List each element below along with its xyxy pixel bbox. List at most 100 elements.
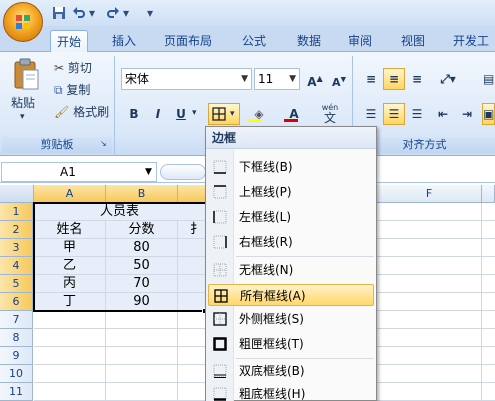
column-header-f[interactable]: F <box>377 185 482 203</box>
fill-color-button[interactable]: ◈ <box>244 103 274 125</box>
cell-a5[interactable]: 丙 <box>34 275 106 293</box>
align-right-button[interactable]: ☰ <box>406 103 428 125</box>
row-header[interactable]: 8 <box>0 329 33 347</box>
column-header-b[interactable]: B <box>106 185 178 203</box>
undo-dropdown-icon[interactable]: ▾ <box>87 4 97 22</box>
tab-developer[interactable]: 开发工具 <box>447 30 495 70</box>
menu-item-thick-box-border[interactable]: 粗匣框线(T) <box>208 333 374 355</box>
bold-button[interactable]: B <box>123 103 145 125</box>
row-header[interactable]: 10 <box>0 365 33 383</box>
align-left-button[interactable]: ☰ <box>360 103 382 125</box>
paste-label: 粘贴 <box>11 96 36 110</box>
orientation-button[interactable]: ⤢▾ <box>432 68 464 90</box>
row-header[interactable]: 5 <box>0 275 33 293</box>
name-box[interactable]: A1 ▼ <box>1 162 157 182</box>
borders-button[interactable]: ▾ <box>208 103 240 125</box>
wrap-text-button[interactable]: ▤ <box>482 68 495 90</box>
menu-item-right-border[interactable]: 右框线(R) <box>208 231 374 253</box>
row-header[interactable]: 9 <box>0 347 33 365</box>
merged-title-cell[interactable]: 人员表 <box>34 203 206 221</box>
office-button[interactable] <box>3 2 43 42</box>
tab-home[interactable]: 开始 <box>50 30 89 52</box>
tab-view[interactable]: 视图 <box>395 30 431 52</box>
font-color-button[interactable]: A <box>280 103 308 125</box>
row-header[interactable]: 11 <box>0 383 33 401</box>
select-all-corner[interactable] <box>0 185 34 203</box>
cell-b4[interactable]: 50 <box>106 257 178 275</box>
paste-button[interactable]: 粘贴 <box>9 58 45 118</box>
cut-button[interactable]: ✂ 剪切 <box>54 59 92 77</box>
align-right-icon: ☰ <box>411 107 423 121</box>
underline-dropdown-icon[interactable]: ▾ <box>192 108 197 118</box>
increase-indent-icon: ⇥ <box>461 107 473 121</box>
cell-a2[interactable]: 姓名 <box>34 221 106 239</box>
menu-item-thick-bottom-border[interactable]: 粗底框线(H) <box>208 383 374 401</box>
redo-icon[interactable] <box>106 4 120 22</box>
align-top-button[interactable]: ≡ <box>360 68 382 90</box>
cell-c5[interactable] <box>178 275 206 293</box>
menu-item-left-border[interactable]: 左框线(L) <box>208 206 374 228</box>
cell-b2[interactable]: 分数 <box>106 221 178 239</box>
merge-center-button[interactable]: ▣ <box>482 103 495 125</box>
borders-dropdown-icon: ▾ <box>230 109 235 119</box>
row-header[interactable]: 4 <box>0 257 33 275</box>
cell-a6[interactable]: 丁 <box>34 293 106 311</box>
menu-item-no-border[interactable]: 无框线(N) <box>208 259 374 281</box>
column-header-a[interactable]: A <box>34 185 106 203</box>
column-header-g[interactable] <box>482 185 495 203</box>
cell-c2[interactable]: 扌 <box>178 221 206 239</box>
shrink-font-button[interactable]: A▼ <box>328 68 350 90</box>
tab-formulas[interactable]: 公式 <box>236 30 272 52</box>
redo-dropdown-icon[interactable]: ▾ <box>121 4 131 22</box>
font-size-field[interactable]: 11 ▼ <box>254 68 300 90</box>
clipboard-launcher-icon[interactable]: ↘ <box>100 139 110 149</box>
align-center-button[interactable]: ☰ <box>383 103 405 125</box>
menu-item-outside-borders[interactable]: 外侧框线(S) <box>208 308 374 330</box>
cell-b3[interactable]: 80 <box>106 239 178 257</box>
gridline <box>481 203 482 401</box>
row-header[interactable]: 3 <box>0 239 33 257</box>
align-middle-button[interactable]: ≡ <box>383 68 405 90</box>
font-name-field[interactable]: 宋体 ▼ <box>121 68 252 90</box>
cell-a3[interactable]: 甲 <box>34 239 106 257</box>
menu-item-bottom-border[interactable]: 下框线(B) <box>208 156 374 178</box>
tab-data[interactable]: 数据 <box>291 30 327 52</box>
cell-a4[interactable]: 乙 <box>34 257 106 275</box>
paste-dropdown-icon[interactable]: ▾ <box>20 112 32 122</box>
cell-b6[interactable]: 90 <box>106 293 178 311</box>
row-header[interactable]: 7 <box>0 311 33 329</box>
row-header[interactable]: 1 <box>0 203 33 221</box>
undo-icon[interactable] <box>72 4 86 22</box>
row-header[interactable]: 6 <box>0 293 33 311</box>
menu-item-label: 左框线(L) <box>239 210 292 224</box>
column-header-c[interactable] <box>178 185 206 203</box>
tab-review[interactable]: 审阅 <box>342 30 378 52</box>
row-header[interactable]: 2 <box>0 221 33 239</box>
menu-item-label: 右框线(R) <box>239 235 293 249</box>
phonetic-guide-button[interactable]: wén 文 <box>313 103 347 125</box>
formula-bar-splitter[interactable] <box>160 164 206 180</box>
tab-page-layout[interactable]: 页面布局 <box>158 30 218 52</box>
save-icon[interactable] <box>51 4 67 22</box>
copy-button[interactable]: ⧉ 复制 <box>54 81 90 99</box>
cell-b5[interactable]: 70 <box>106 275 178 293</box>
left-border-icon <box>213 210 227 224</box>
chevron-down-icon[interactable]: ▼ <box>145 163 152 181</box>
menu-item-all-borders[interactable]: 所有框线(A) <box>208 284 374 306</box>
cell-c4[interactable] <box>178 257 206 275</box>
chevron-down-icon[interactable]: ▼ <box>241 69 248 89</box>
underline-button[interactable]: U <box>170 103 192 125</box>
format-painter-button[interactable]: 🖌 格式刷 <box>54 103 109 121</box>
grow-font-button[interactable]: A▲ <box>304 68 326 90</box>
align-bottom-button[interactable]: ≡ <box>406 68 428 90</box>
menu-item-top-border[interactable]: 上框线(P) <box>208 181 374 203</box>
tab-insert[interactable]: 插入 <box>106 30 142 52</box>
decrease-indent-button[interactable]: ⇤ <box>432 103 454 125</box>
customize-toolbar-icon[interactable]: ▾ <box>144 4 156 22</box>
cell-c3[interactable] <box>178 239 206 257</box>
italic-button[interactable]: I <box>147 103 169 125</box>
increase-indent-button[interactable]: ⇥ <box>456 103 478 125</box>
menu-item-double-bottom-border[interactable]: 双底框线(B) <box>208 360 374 382</box>
menu-separator <box>236 358 374 359</box>
chevron-down-icon[interactable]: ▼ <box>289 69 296 89</box>
